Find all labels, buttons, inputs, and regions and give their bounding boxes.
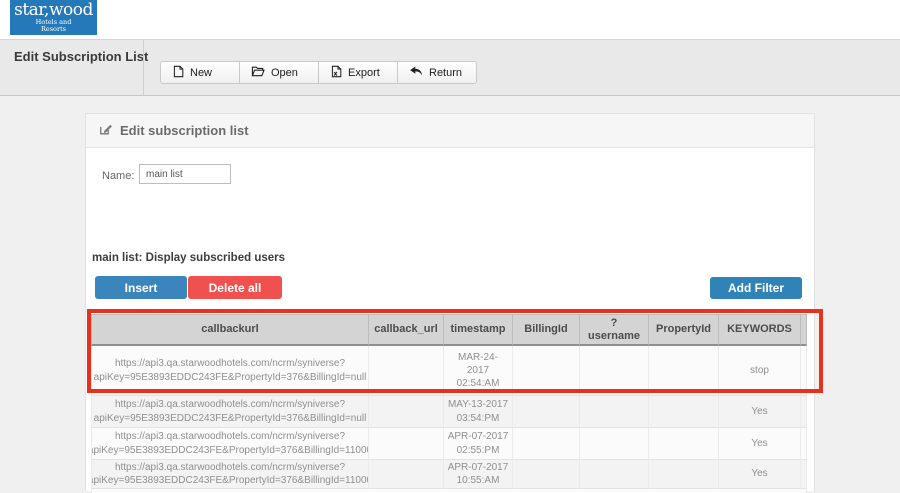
export-button-label: Export bbox=[348, 67, 380, 79]
page-title: Edit Subscription List bbox=[14, 49, 148, 64]
header-band: Edit Subscription List New Open Export R… bbox=[0, 40, 900, 96]
toolbar: New Open Export Return bbox=[160, 61, 477, 84]
cell-propertyid bbox=[649, 428, 719, 460]
cell-billingid bbox=[513, 428, 580, 460]
cell-keywords: stop bbox=[719, 346, 801, 396]
cell-timestamp: APR-07-2017 02:55:PM bbox=[444, 428, 513, 460]
table-row[interactable]: https://api3.qa.starwoodhotels.com/ncrm/… bbox=[91, 396, 807, 428]
cell-username bbox=[580, 428, 649, 460]
cell-callbackurl: https://api3.qa.starwoodhotels.com/ncrm/… bbox=[91, 346, 369, 396]
column-header-timestamp[interactable]: timestamp bbox=[444, 314, 513, 346]
cell-keywords: Yes bbox=[719, 428, 801, 460]
new-button[interactable]: New bbox=[160, 61, 240, 84]
vertical-divider bbox=[143, 40, 144, 95]
name-input[interactable] bbox=[139, 164, 231, 184]
subscribers-table: callbackurl callback_url timestamp Billi… bbox=[91, 314, 807, 493]
cell-spacer bbox=[801, 428, 807, 460]
open-folder-icon bbox=[251, 65, 265, 80]
cell-callback-url bbox=[369, 460, 444, 489]
export-spreadsheet-icon bbox=[330, 65, 342, 81]
top-bar: star,wood Hotels and Resorts bbox=[0, 0, 900, 40]
return-arrow-icon bbox=[409, 65, 423, 80]
cell-timestamp: APR-07-2017 10:55:AM bbox=[444, 460, 513, 489]
cell-username bbox=[580, 460, 649, 489]
cell-propertyid bbox=[649, 396, 719, 428]
delete-all-button[interactable]: Delete all bbox=[188, 276, 282, 299]
column-header-billingid[interactable]: BillingId bbox=[513, 314, 580, 346]
cell-callback-url bbox=[369, 346, 444, 396]
cell-keywords: Yes bbox=[719, 460, 801, 489]
column-header-keywords[interactable]: KEYWORDS bbox=[719, 314, 801, 346]
cell-billingid bbox=[513, 346, 580, 396]
export-button[interactable]: Export bbox=[318, 61, 398, 84]
insert-button[interactable]: Insert bbox=[95, 276, 187, 299]
cell-username bbox=[580, 346, 649, 396]
new-document-icon bbox=[172, 65, 184, 81]
cell-propertyid bbox=[649, 460, 719, 489]
column-header-callback-url[interactable]: callback_url bbox=[369, 314, 444, 346]
table-header-row: callbackurl callback_url timestamp Billi… bbox=[91, 314, 807, 346]
cell-billingid bbox=[513, 460, 580, 489]
add-filter-button[interactable]: Add Filter bbox=[710, 277, 802, 299]
cell-spacer bbox=[801, 396, 807, 428]
column-header-username[interactable]: ? username bbox=[580, 314, 649, 346]
starwood-logo[interactable]: star,wood Hotels and Resorts bbox=[10, 0, 97, 35]
cell-callbackurl: https://api3.qa.starwoodhotels.com/ncrm/… bbox=[91, 396, 369, 428]
table-row[interactable]: https://api3.qa.starwoodhotels.com/ncrm/… bbox=[91, 460, 807, 489]
cell-billingid bbox=[513, 396, 580, 428]
cell-timestamp: MAR-24- 2017 02:54:AM bbox=[444, 346, 513, 396]
edit-pencil-icon bbox=[99, 122, 113, 139]
cell-spacer bbox=[801, 460, 807, 489]
open-button-label: Open bbox=[271, 67, 298, 79]
return-button[interactable]: Return bbox=[397, 61, 477, 84]
edit-subscription-panel: Edit subscription list Name: main list: … bbox=[85, 113, 815, 491]
logo-tagline-2: Resorts bbox=[10, 26, 97, 33]
table-row-partial bbox=[91, 489, 807, 493]
return-button-label: Return bbox=[429, 67, 462, 79]
open-button[interactable]: Open bbox=[239, 61, 319, 84]
cell-callbackurl: https://api3.qa.starwoodhotels.com/ncrm/… bbox=[91, 428, 369, 460]
cell-timestamp: MAY-13-2017 03:54:PM bbox=[444, 396, 513, 428]
table-row[interactable]: https://api3.qa.starwoodhotels.com/ncrm/… bbox=[91, 346, 807, 396]
cell-callback-url bbox=[369, 428, 444, 460]
panel-title: Edit subscription list bbox=[120, 123, 249, 138]
cell-callback-url bbox=[369, 396, 444, 428]
column-header-spacer bbox=[801, 314, 807, 346]
cell-spacer bbox=[801, 346, 807, 396]
column-header-callbackurl[interactable]: callbackurl bbox=[91, 314, 369, 346]
panel-header: Edit subscription list bbox=[86, 114, 814, 148]
new-button-label: New bbox=[190, 67, 212, 79]
column-header-propertyid[interactable]: PropertyId bbox=[649, 314, 719, 346]
name-label: Name: bbox=[102, 170, 134, 182]
cell-propertyid bbox=[649, 346, 719, 396]
list-caption: main list: Display subscribed users bbox=[92, 252, 285, 264]
table-row[interactable]: https://api3.qa.starwoodhotels.com/ncrm/… bbox=[91, 428, 807, 460]
cell-username bbox=[580, 396, 649, 428]
logo-brand-text: star,wood bbox=[10, 1, 97, 19]
cell-callbackurl: https://api3.qa.starwoodhotels.com/ncrm/… bbox=[91, 460, 369, 489]
cell-keywords: Yes bbox=[719, 396, 801, 428]
